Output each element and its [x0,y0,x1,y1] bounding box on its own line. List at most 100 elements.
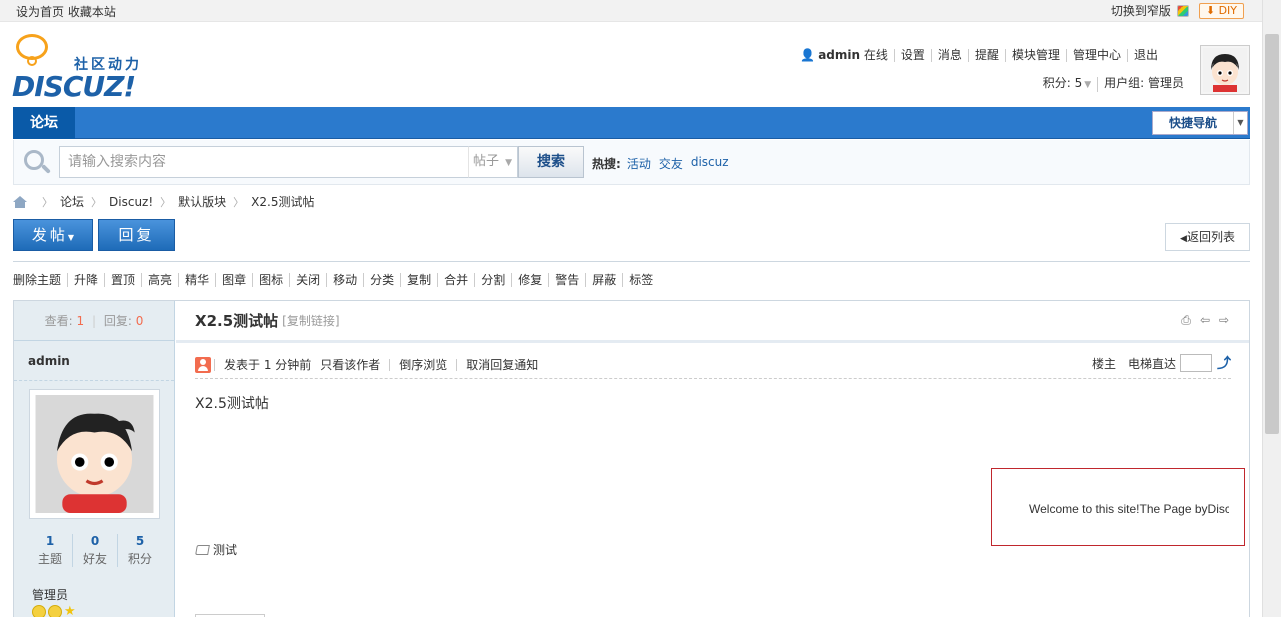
search-type-select[interactable]: 帖子 ▼ [468,146,518,178]
mod-tags[interactable]: 标签 [622,273,659,287]
scrollbar-thumb[interactable] [1265,34,1279,434]
nav-tab-forum[interactable]: 论坛 [13,107,75,139]
chevron-right-icon: 〉 [233,195,245,209]
divider [13,261,1250,262]
mod-repair[interactable]: 修复 [511,273,548,287]
search-bar: 请输入搜索内容 帖子 ▼ 搜索 热搜: 活动 交友 discuz [13,140,1250,185]
quick-nav-button[interactable]: 快捷导航 ▼ [1152,111,1248,135]
thread-tools: ⎙ ⇦ ⇨ [1174,313,1231,327]
logout-link[interactable]: 退出 [1126,49,1164,62]
search-type-label: 帖子 [473,154,500,169]
messages-link[interactable]: 消息 [930,49,968,62]
header-avatar[interactable] [1200,45,1250,95]
go-icon[interactable]: ⤴ [1217,353,1231,373]
new-post-button[interactable]: 发帖▼ [13,219,93,251]
elevator-label: 电梯直达 [1127,356,1176,371]
ad-marquee-text[interactable]: Welcome to this site!The Page byDiscuz! [1029,502,1229,516]
module-admin-link[interactable]: 模块管理 [1004,49,1066,62]
breadcrumb-thread[interactable]: X2.5测试帖 [251,193,314,210]
diy-button[interactable]: ⬇ DIY [1198,2,1244,19]
stat-value: 1 [45,534,55,548]
copy-link[interactable]: [复制链接] [282,312,339,329]
rank-icons: ★ [32,605,76,617]
mod-digest[interactable]: 精华 [178,273,215,287]
hot-search-link[interactable]: 交友 [659,155,683,172]
mod-move[interactable]: 移动 [326,273,363,287]
admin-center-link[interactable]: 管理中心 [1065,49,1127,62]
mod-block[interactable]: 屏蔽 [585,273,622,287]
breadcrumb: 〉 论坛 〉 Discuz! 〉 默认版块 〉 X2.5测试帖 [13,193,314,210]
hot-searches-label: 热搜: [592,157,621,171]
settings-link[interactable]: 设置 [893,49,931,62]
search-input[interactable]: 请输入搜索内容 [59,146,469,178]
author-avatar[interactable] [29,389,160,519]
next-thread-icon[interactable]: ⇨ [1217,313,1231,327]
mod-bump[interactable]: 升降 [67,273,104,287]
author-stats: 1 主题 0 好友 5 积分 [28,534,162,567]
mod-sticky[interactable]: 置顶 [104,273,141,287]
author-group[interactable]: 管理员 [32,586,68,603]
set-home-link[interactable]: 设为首页 [16,5,64,19]
reply-button[interactable]: 回复 [98,219,175,251]
floor-tools: 楼主 电梯直达 ⤴ [1092,353,1231,373]
username-link[interactable]: admin [818,48,860,62]
user-status: 👤 admin 在线 [794,49,894,62]
print-icon[interactable]: ⎙ [1179,313,1193,327]
speech-bubble-icon [16,34,48,66]
breadcrumb-discuz[interactable]: Discuz! [109,195,153,209]
points-label: 积分: 5 [1042,76,1083,90]
mod-warn[interactable]: 警告 [548,273,585,287]
user-links: 👤 admin 在线 设置 消息 提醒 模块管理 管理中心 退出 [794,49,1164,62]
sun-icon [48,605,62,617]
mod-copy[interactable]: 复制 [400,273,437,287]
mod-close[interactable]: 关闭 [289,273,326,287]
ad-box: Welcome to this site!The Page byDiscuz! [991,468,1245,546]
stats-separator: | [91,314,97,328]
chevron-left-icon: ◀ [1180,234,1187,244]
palette-icon[interactable] [1176,4,1189,17]
floor-label: 楼主 [1091,356,1116,371]
notifications-link[interactable]: 提醒 [967,49,1005,62]
home-icon[interactable] [13,195,27,208]
stat-value: 5 [135,534,145,548]
author-stat-friends[interactable]: 0 好友 [72,534,117,567]
top-bar-left: 设为首页 收藏本站 [16,3,116,20]
author-name[interactable]: admin [14,341,174,381]
bookmark-link[interactable]: 收藏本站 [68,5,116,19]
hot-search-link[interactable]: 活动 [627,155,651,172]
cancel-notify-link[interactable]: 取消回复通知 [456,358,547,371]
page-scrollbar[interactable] [1262,0,1281,617]
main-navbar: 论坛 快捷导航 ▼ [13,107,1250,139]
hot-search-link[interactable]: discuz [691,155,729,172]
diy-label: DIY [1218,3,1237,17]
avatar-image [1203,48,1247,92]
mod-split[interactable]: 分割 [474,273,511,287]
chevron-down-icon: ▼ [1233,112,1247,134]
points-menu[interactable]: 积分: 5 ▼ [1037,77,1097,92]
star-icon: ★ [64,604,76,617]
chevron-right-icon: 〉 [42,195,53,209]
search-button[interactable]: 搜索 [518,146,584,178]
mod-delete-thread[interactable]: 删除主题 [13,273,67,287]
switch-width-link[interactable]: 切换到窄版 [1111,2,1171,19]
back-to-list-label: 返回列表 [1186,230,1235,244]
logo-wordmark: DISCUZ! [12,70,136,103]
views-label: 查看: [44,314,73,328]
breadcrumb-board[interactable]: 默认版块 [178,193,226,210]
only-author-link[interactable]: 只看该作者 [320,359,389,371]
tag-link[interactable]: 测试 [213,541,237,558]
back-to-list-button[interactable]: ◀返回列表 [1165,223,1250,251]
previous-thread-icon[interactable]: ⇦ [1198,313,1212,327]
user-group: 用户组: 管理员 [1097,77,1190,92]
mod-stamp[interactable]: 图章 [215,273,252,287]
breadcrumb-forum[interactable]: 论坛 [60,193,84,210]
reverse-order-link[interactable]: 倒序浏览 [389,358,456,371]
mod-icon[interactable]: 图标 [252,273,289,287]
elevator-input[interactable] [1180,354,1212,372]
author-stat-threads[interactable]: 1 主题 [28,534,72,567]
mod-merge[interactable]: 合并 [437,273,474,287]
author-stat-points[interactable]: 5 积分 [117,534,162,567]
mod-category[interactable]: 分类 [363,273,400,287]
mod-highlight[interactable]: 高亮 [141,273,178,287]
site-logo[interactable]: 社区动力 DISCUZ! [12,32,152,103]
